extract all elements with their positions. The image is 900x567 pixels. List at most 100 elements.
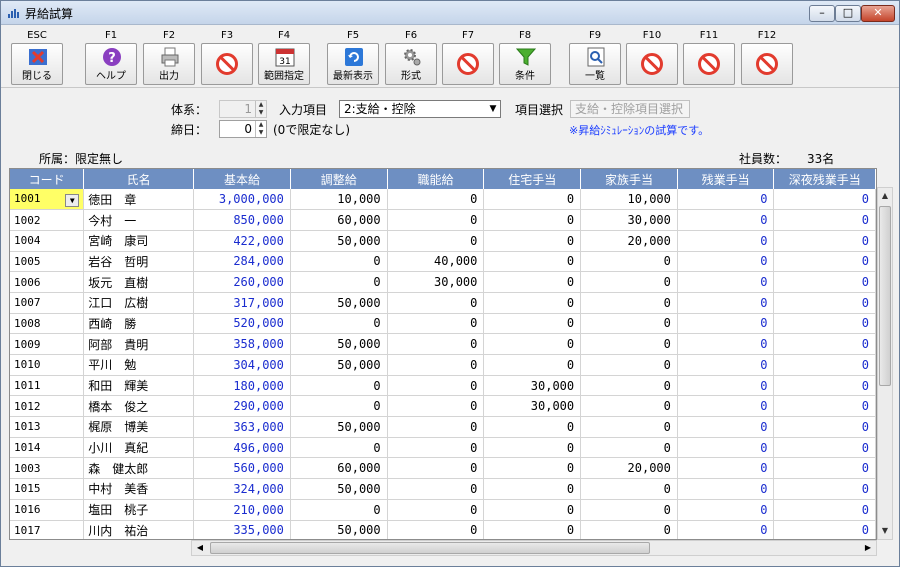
employee-code-cell[interactable]: 1011 — [10, 375, 85, 397]
amount-cell[interactable]: 0 — [773, 395, 876, 418]
amount-cell[interactable]: 850,000 — [193, 209, 291, 231]
scroll-right-icon[interactable]: ▶ — [860, 541, 876, 555]
amount-cell[interactable]: 0 — [580, 437, 678, 459]
employee-name-cell[interactable]: 橋本 俊之 — [83, 395, 195, 418]
maximize-button[interactable]: □ — [835, 5, 861, 22]
table-row[interactable]: 1008 西崎 勝 520,000 0 0 0 0 0 0 — [10, 313, 876, 335]
amount-cell[interactable]: 0 — [290, 375, 388, 397]
amount-cell[interactable]: 290,000 — [193, 395, 291, 418]
amount-cell[interactable]: 0 — [483, 313, 582, 335]
column-header[interactable]: 職能給 — [387, 169, 485, 189]
scroll-left-icon[interactable]: ◀ — [192, 541, 208, 555]
amount-cell[interactable]: 30,000 — [483, 395, 582, 418]
amount-cell[interactable]: 0 — [387, 230, 485, 252]
close-button[interactable]: 閉じる — [11, 43, 63, 85]
toolbar-button-esc[interactable]: ESC 閉じる — [11, 30, 63, 85]
amount-cell[interactable]: 60,000 — [290, 457, 388, 480]
table-row[interactable]: 1005 岩谷 哲明 284,000 0 40,000 0 0 0 0 — [10, 251, 876, 273]
amount-cell[interactable]: 0 — [387, 354, 485, 376]
toolbar-button-f6[interactable]: F6 形式 — [385, 30, 437, 85]
horizontal-scrollbar[interactable]: ◀ ▶ — [191, 540, 877, 556]
horizontal-scroll-thumb[interactable] — [210, 542, 650, 554]
amount-cell[interactable]: 317,000 — [193, 292, 291, 314]
amount-cell[interactable]: 0 — [387, 189, 485, 211]
scroll-up-icon[interactable]: ▲ — [878, 188, 892, 204]
gear-button[interactable]: 形式 — [385, 43, 437, 85]
employee-name-cell[interactable]: 江口 広樹 — [83, 292, 195, 314]
amount-cell[interactable]: 0 — [773, 437, 876, 459]
amount-cell[interactable]: 0 — [580, 478, 678, 500]
employee-code-cell[interactable]: 1002 — [10, 209, 85, 231]
employee-code-cell[interactable]: 1003 — [10, 457, 85, 480]
amount-cell[interactable]: 0 — [677, 375, 775, 397]
amount-cell[interactable]: 20,000 — [580, 457, 678, 480]
amount-cell[interactable]: 0 — [773, 520, 876, 539]
amount-cell[interactable]: 30,000 — [483, 375, 582, 397]
minimize-button[interactable]: – — [809, 5, 835, 22]
amount-cell[interactable]: 0 — [580, 271, 678, 293]
amount-cell[interactable]: 0 — [483, 478, 582, 500]
amount-cell[interactable]: 3,000,000 — [193, 189, 291, 211]
amount-cell[interactable]: 50,000 — [290, 333, 388, 355]
employee-name-cell[interactable]: 森 健太郎 — [83, 457, 195, 480]
employee-code-cell[interactable]: 1004 — [10, 230, 85, 252]
employee-code-cell[interactable]: 1008 — [10, 313, 85, 335]
amount-cell[interactable]: 335,000 — [193, 520, 291, 539]
toolbar-button-f5[interactable]: F5 最新表示 — [327, 30, 379, 85]
amount-cell[interactable]: 0 — [387, 209, 485, 231]
amount-cell[interactable]: 0 — [677, 457, 775, 480]
amount-cell[interactable]: 0 — [773, 209, 876, 231]
amount-cell[interactable]: 0 — [677, 416, 775, 438]
toolbar-button-f12[interactable]: F12 — [741, 30, 793, 85]
amount-cell[interactable]: 0 — [290, 313, 388, 335]
input-item-select[interactable]: 2:支給・控除 ▼ — [339, 100, 501, 118]
amount-cell[interactable]: 0 — [773, 416, 876, 438]
amount-cell[interactable]: 0 — [290, 395, 388, 418]
amount-cell[interactable]: 50,000 — [290, 416, 388, 438]
table-row[interactable]: 1017 川内 祐治 335,000 50,000 0 0 0 0 0 — [10, 520, 876, 539]
amount-cell[interactable]: 0 — [387, 292, 485, 314]
printer-button[interactable]: 出力 — [143, 43, 195, 85]
column-header[interactable]: 家族手当 — [580, 169, 678, 189]
column-header[interactable]: 氏名 — [83, 169, 195, 189]
toolbar-button-f8[interactable]: F8 条件 — [499, 30, 551, 85]
employee-code-cell[interactable]: 1015 — [10, 478, 85, 500]
toolbar-button-f10[interactable]: F10 — [626, 30, 678, 85]
amount-cell[interactable]: 40,000 — [387, 251, 485, 273]
table-row[interactable]: 1003 森 健太郎 560,000 60,000 0 0 20,000 0 0 — [10, 457, 876, 480]
employee-name-cell[interactable]: 和田 輝美 — [83, 375, 195, 397]
amount-cell[interactable]: 0 — [483, 499, 582, 521]
amount-cell[interactable]: 0 — [773, 375, 876, 397]
toolbar-button-f4[interactable]: F4 31 範囲指定 — [258, 30, 310, 85]
amount-cell[interactable]: 0 — [290, 499, 388, 521]
column-header[interactable]: 住宅手当 — [483, 169, 582, 189]
employee-name-cell[interactable]: 平川 勉 — [83, 354, 195, 376]
employee-code-cell[interactable]: 1010 — [10, 354, 85, 376]
table-row[interactable]: 1015 中村 美香 324,000 50,000 0 0 0 0 0 — [10, 478, 876, 500]
amount-cell[interactable]: 0 — [387, 416, 485, 438]
amount-cell[interactable]: 304,000 — [193, 354, 291, 376]
amount-cell[interactable]: 0 — [773, 333, 876, 355]
amount-cell[interactable]: 0 — [387, 457, 485, 480]
employee-code-cell[interactable]: 1005 — [10, 251, 85, 273]
amount-cell[interactable]: 30,000 — [387, 271, 485, 293]
amount-cell[interactable]: 0 — [387, 395, 485, 418]
employee-code-cell[interactable]: 1014 — [10, 437, 85, 459]
amount-cell[interactable]: 0 — [773, 271, 876, 293]
amount-cell[interactable]: 0 — [387, 499, 485, 521]
amount-cell[interactable]: 358,000 — [193, 333, 291, 355]
amount-cell[interactable]: 0 — [580, 375, 678, 397]
close-window-button[interactable]: ✕ — [861, 5, 895, 22]
amount-cell[interactable]: 0 — [773, 499, 876, 521]
employee-name-cell[interactable]: 小川 真紀 — [83, 437, 195, 459]
amount-cell[interactable]: 60,000 — [290, 209, 388, 231]
amount-cell[interactable]: 0 — [773, 292, 876, 314]
amount-cell[interactable]: 20,000 — [580, 230, 678, 252]
employee-code-cell[interactable]: 1016 — [10, 499, 85, 521]
table-row[interactable]: 1009 阿部 貴明 358,000 50,000 0 0 0 0 0 — [10, 333, 876, 355]
amount-cell[interactable]: 0 — [773, 478, 876, 500]
shimebi-spinner[interactable]: 0 ▲ ▼ — [219, 120, 267, 138]
amount-cell[interactable]: 0 — [677, 189, 775, 211]
amount-cell[interactable]: 496,000 — [193, 437, 291, 459]
toolbar-button-f11[interactable]: F11 — [683, 30, 735, 85]
